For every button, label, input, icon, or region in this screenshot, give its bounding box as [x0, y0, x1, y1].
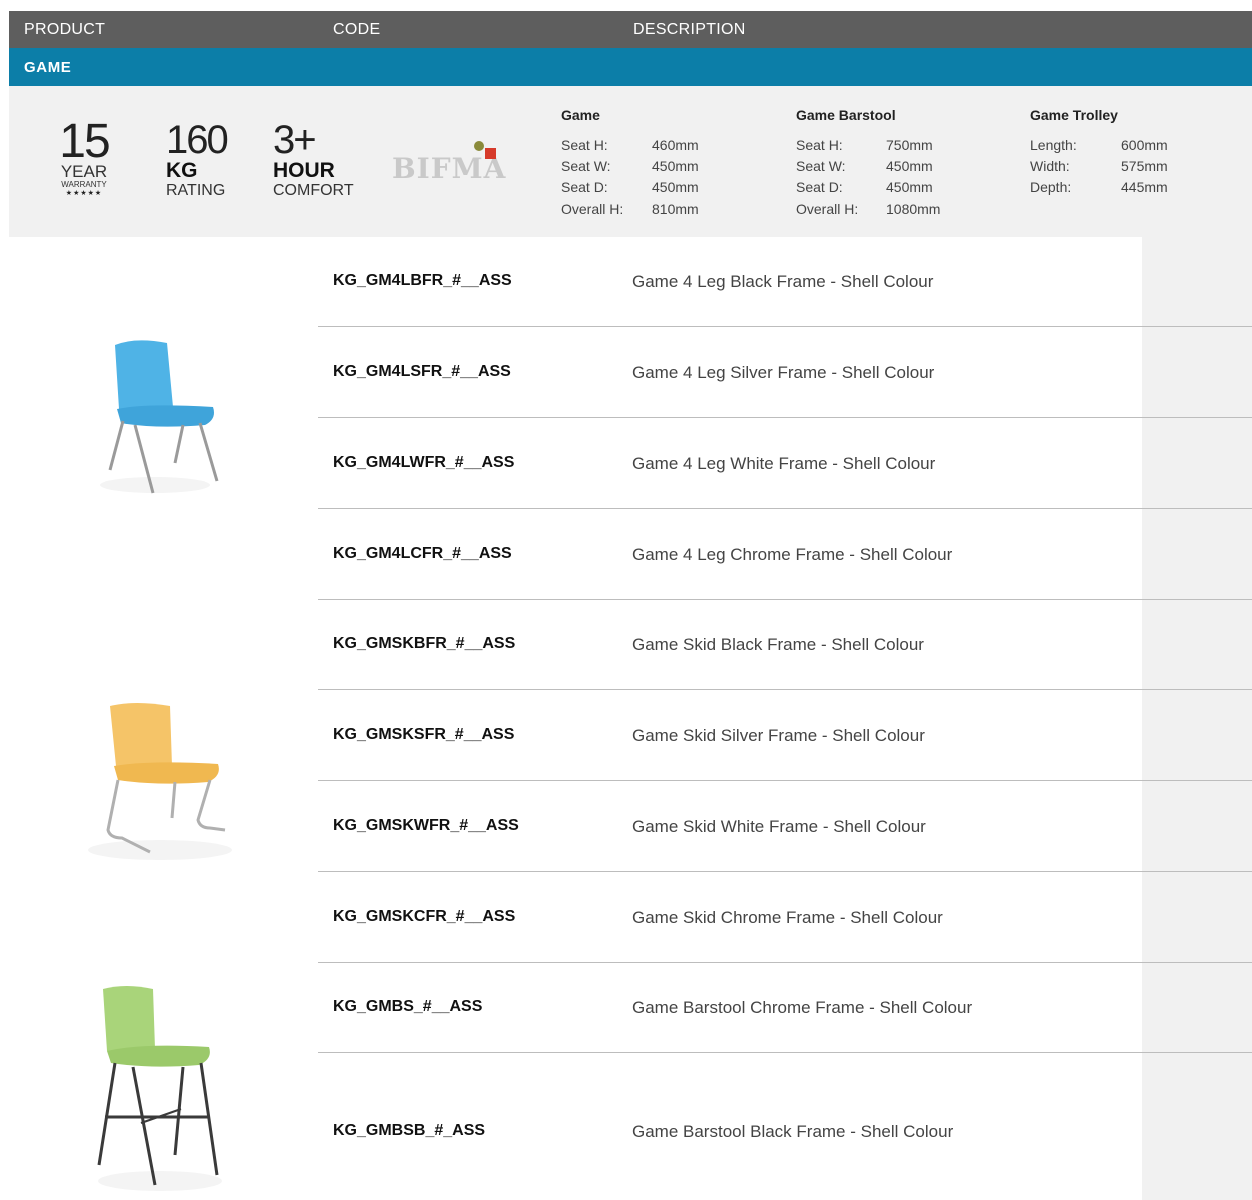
spec-label: Overall H: — [796, 201, 859, 217]
spec-label: Seat H: — [796, 137, 843, 153]
row-divider — [318, 326, 1252, 327]
product-description: Game Skid Black Frame - Shell Colour — [632, 635, 924, 654]
rating-number: 160 — [166, 118, 229, 162]
bifma-square-icon — [485, 148, 496, 159]
spec-value: 450mm — [886, 158, 933, 174]
warranty-badge: 15 YEAR WARRANTY ★★★★★ — [56, 115, 112, 198]
rating-badge: 160 KG RATING — [166, 118, 229, 200]
spec-value: 450mm — [886, 179, 933, 195]
comfort-badge: 3+ HOUR COMFORT — [273, 120, 354, 200]
product-code: KG_GM4LSFR_#__ASS — [333, 363, 511, 380]
row-divider — [318, 962, 1252, 963]
row-divider — [318, 780, 1252, 781]
spec-value: 450mm — [652, 179, 699, 195]
warranty-number: 15 — [59, 115, 110, 168]
product-code: KG_GM4LBFR_#__ASS — [333, 272, 512, 289]
right-gutter — [1142, 237, 1252, 1200]
spec-value: 445mm — [1121, 179, 1168, 195]
product-description: Game Barstool Black Frame - Shell Colour — [632, 1122, 954, 1141]
spec-value: 460mm — [652, 137, 699, 153]
warranty-label: WARRANTY — [61, 180, 107, 189]
spec-value: 575mm — [1121, 158, 1168, 174]
product-code: KG_GM4LCFR_#__ASS — [333, 545, 512, 562]
row-divider — [318, 689, 1252, 690]
spec-value: 450mm — [652, 158, 699, 174]
product-description: Game Skid Chrome Frame - Shell Colour — [632, 908, 943, 927]
row-divider — [318, 599, 1252, 600]
product-code: KG_GMSKSFR_#__ASS — [333, 726, 515, 743]
spec-label: Seat D: — [561, 179, 608, 195]
spec-title: Game — [561, 107, 600, 123]
spec-label: Length: — [1030, 137, 1077, 153]
table-header: PRODUCT CODE DESCRIPTION — [9, 11, 1252, 48]
spec-label: Seat H: — [561, 137, 608, 153]
product-code: KG_GMSKBFR_#__ASS — [333, 635, 516, 652]
header-code: CODE — [333, 21, 381, 38]
chair-4-leg-image — [100, 340, 219, 494]
product-description: Game 4 Leg Chrome Frame - Shell Colour — [632, 545, 953, 564]
header-description: DESCRIPTION — [633, 21, 746, 38]
spec-label: Seat W: — [796, 158, 846, 174]
spec-label: Depth: — [1030, 179, 1072, 195]
product-description: Game 4 Leg Silver Frame - Shell Colour — [632, 363, 935, 382]
product-code: KG_GMSKCFR_#__ASS — [333, 908, 516, 925]
bifma-dot-icon — [474, 141, 484, 151]
product-description: Game Skid Silver Frame - Shell Colour — [632, 726, 925, 745]
spec-game: Game Seat H: 460mm Seat W: 450mm Seat D:… — [561, 107, 761, 227]
spec-game-trolley: Game Trolley Length: 600mm Width: 575mm … — [1030, 107, 1230, 227]
warranty-year: YEAR — [60, 162, 108, 181]
comfort-label: COMFORT — [273, 182, 354, 199]
product-code: KG_GM4LWFR_#__ASS — [333, 454, 515, 471]
row-divider — [318, 417, 1252, 418]
rating-unit: KG — [166, 159, 198, 182]
product-description: Game Barstool Chrome Frame - Shell Colou… — [632, 998, 973, 1017]
comfort-number: 3+ — [273, 118, 317, 162]
row-divider — [318, 508, 1252, 509]
product-description: Game Skid White Frame - Shell Colour — [632, 817, 926, 836]
spec-label: Seat D: — [796, 179, 843, 195]
header-product: PRODUCT — [24, 21, 106, 38]
spec-label: Overall H: — [561, 201, 624, 217]
spec-value: 750mm — [886, 137, 933, 153]
section-title: GAME — [24, 59, 72, 76]
spec-game-barstool: Game Barstool Seat H: 750mm Seat W: 450m… — [796, 107, 996, 227]
comfort-hour: HOUR — [273, 159, 335, 182]
spec-label: Seat W: — [561, 158, 611, 174]
chair-skid-image — [88, 703, 232, 860]
product-description: Game 4 Leg Black Frame - Shell Colour — [632, 272, 934, 291]
rating-label: RATING — [166, 182, 226, 199]
barstool-image — [97, 986, 222, 1191]
product-code: KG_GMBSB_#_ASS — [333, 1122, 486, 1139]
section-bar: GAME — [9, 48, 1252, 86]
product-code: KG_GMSKWFR_#__ASS — [333, 817, 519, 834]
spec-value: 810mm — [652, 201, 699, 217]
warranty-stars: ★★★★★ — [65, 190, 103, 197]
product-description: Game 4 Leg White Frame - Shell Colour — [632, 454, 936, 473]
spec-title: Game Barstool — [796, 107, 896, 123]
spec-label: Width: — [1030, 158, 1070, 174]
spec-value: 600mm — [1121, 137, 1168, 153]
spec-value: 1080mm — [886, 201, 941, 217]
spec-title: Game Trolley — [1030, 107, 1118, 123]
row-divider — [318, 1052, 1252, 1053]
product-code: KG_GMBS_#__ASS — [333, 998, 483, 1015]
row-divider — [318, 871, 1252, 872]
